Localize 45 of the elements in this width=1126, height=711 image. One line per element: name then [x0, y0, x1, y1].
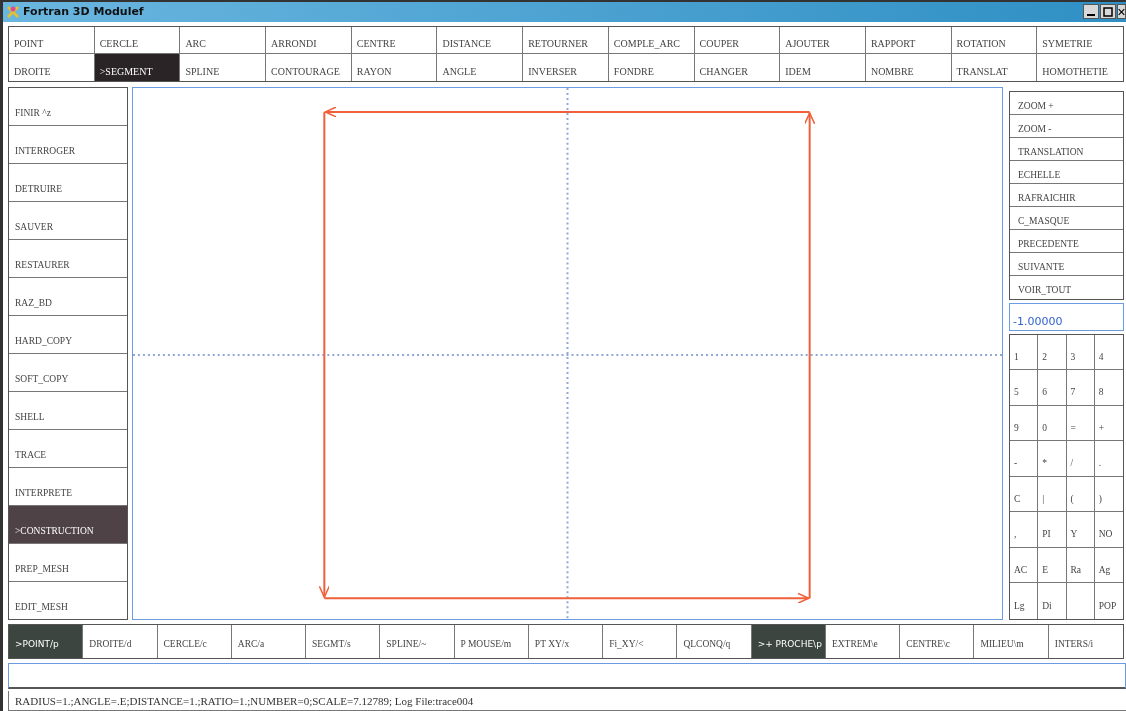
menu-button[interactable]: POINT: [9, 26, 95, 54]
mode-button[interactable]: >+ PROCHE\p: [751, 624, 826, 658]
window-title: Fortran 3D Modulef: [23, 5, 145, 19]
keypad-key[interactable]: 9: [1010, 405, 1039, 442]
keypad-key[interactable]: 5: [1010, 370, 1039, 406]
maximize-icon: [1103, 6, 1113, 17]
menu-button[interactable]: DISTANCE: [437, 26, 524, 54]
mode-button[interactable]: >POINT/p: [9, 624, 84, 658]
keypad-key[interactable]: 1: [1010, 334, 1039, 371]
keypad-key[interactable]: 2: [1038, 334, 1067, 371]
keypad-key[interactable]: Y: [1066, 512, 1095, 548]
keypad-key[interactable]: |: [1038, 476, 1067, 513]
command-field[interactable]: [8, 662, 1126, 690]
menu-button[interactable]: COUPER: [694, 26, 781, 54]
menu-button[interactable]: RAPPORT: [865, 26, 952, 54]
menu-button[interactable]: CENTRE: [351, 26, 438, 54]
status-bar: RADIUS=1.;ANGLE=.E;DISTANCE=1.;RATIO=1.;NUMBER=0;SCALE=7.12789; Log File:trace004: [8, 691, 1126, 711]
keypad-key[interactable]: C: [1010, 476, 1039, 513]
keypad-key[interactable]: 7: [1066, 370, 1095, 406]
menu-button[interactable]: RETOURNER: [523, 26, 609, 54]
menu-button[interactable]: >CONSTRUCTION: [9, 505, 127, 544]
minimize-button[interactable]: [1083, 4, 1099, 20]
close-button[interactable]: [1117, 4, 1126, 20]
keypad-key[interactable]: 6: [1038, 370, 1067, 406]
keypad-key[interactable]: /: [1066, 441, 1095, 477]
keypad-key[interactable]: *: [1038, 441, 1067, 477]
maximize-button[interactable]: [1100, 4, 1116, 20]
keypad-key[interactable]: 0: [1038, 405, 1067, 442]
value-field[interactable]: -1.00000: [1009, 302, 1124, 331]
close-icon: [1118, 6, 1125, 17]
keypad-key[interactable]: ,: [1010, 512, 1039, 548]
keypad-key[interactable]: AC: [1010, 547, 1039, 584]
keypad-key[interactable]: 3: [1066, 334, 1095, 371]
menu-button[interactable]: >SEGMENT: [94, 53, 181, 81]
menu-button[interactable]: ARRONDI: [266, 26, 352, 54]
menu-button[interactable]: CERCLE: [94, 26, 181, 54]
keypad-key[interactable]: E: [1038, 547, 1067, 584]
menu-button[interactable]: ARC: [180, 26, 267, 54]
menu-button[interactable]: AJOUTER: [780, 26, 866, 54]
keypad-key[interactable]: -: [1010, 441, 1039, 477]
minimize-icon: [1087, 14, 1095, 17]
menu-button[interactable]: COMPLE_ARC: [608, 26, 695, 54]
menu-button[interactable]: ROTATION: [951, 26, 1038, 54]
keypad-key[interactable]: PI: [1038, 512, 1067, 548]
app-icon: [6, 4, 20, 19]
